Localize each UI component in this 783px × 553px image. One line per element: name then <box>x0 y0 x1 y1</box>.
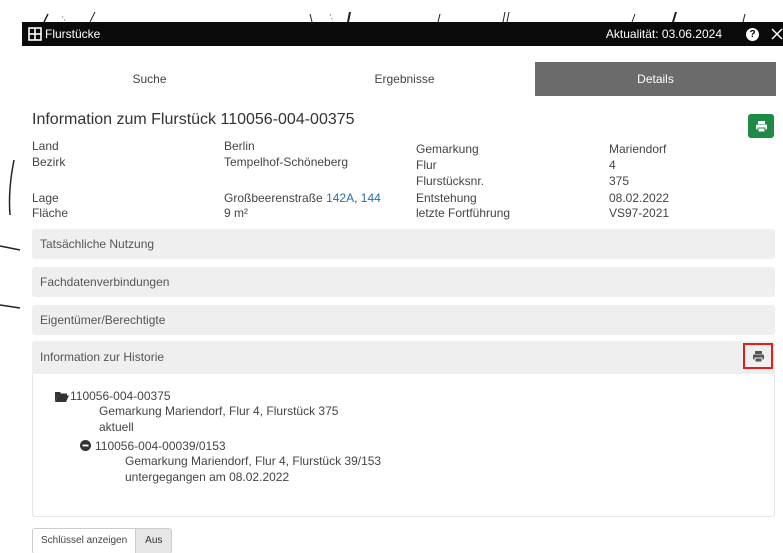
history-child-id[interactable]: 110056-004-00039/0153 <box>95 439 226 453</box>
key-toggle-label: Schlüssel anzeigen <box>33 529 137 553</box>
tab-details[interactable]: Details <box>535 62 776 96</box>
history-root-status: aktuell <box>99 420 134 434</box>
label-bezirk: Bezirk <box>32 155 66 169</box>
tab-ergebnisse[interactable]: Ergebnisse <box>277 62 532 96</box>
label-flurstuecksnr: Flurstücksnr. <box>416 174 485 188</box>
section-label: Eigentümer/Berechtigte <box>40 313 166 327</box>
history-root-desc: Gemarkung Mariendorf, Flur 4, Flurstück … <box>99 404 339 418</box>
label-gemarkung: Gemarkung <box>416 142 479 156</box>
label-entstehung: Entstehung <box>416 191 477 205</box>
value-gemarkung: Mariendorf <box>609 142 667 156</box>
section-label: Fachdatenverbindungen <box>40 275 170 289</box>
section-tatsaechliche-nutzung[interactable]: Tatsächliche Nutzung <box>32 229 775 259</box>
value-flaeche: 9 m² <box>224 206 248 220</box>
history-root-id[interactable]: 110056-004-00375 <box>70 389 171 403</box>
history-content: 110056-004-00375 Gemarkung Mariendorf, F… <box>32 374 775 517</box>
close-icon[interactable] <box>771 28 783 40</box>
value-land: Berlin <box>224 139 255 153</box>
panel-title: Flurstücke <box>45 27 101 41</box>
section-fachdatenverbindungen[interactable]: Fachdatenverbindungen <box>32 267 775 297</box>
section-eigentuemer[interactable]: Eigentümer/Berechtigte <box>32 305 775 335</box>
grid-icon <box>28 27 42 41</box>
key-toggle: Schlüssel anzeigen Aus <box>32 528 173 553</box>
printer-icon <box>755 120 767 132</box>
label-flaeche: Fläche <box>32 206 69 220</box>
value-letzte-fortfuehrung: VS97-2021 <box>609 206 670 220</box>
label-letzte-fortfuehrung: letzte Fortführung <box>416 206 511 220</box>
history-print-button[interactable] <box>743 343 773 369</box>
section-historie[interactable]: Information zur Historie <box>32 341 775 374</box>
tab-bar: Suche Ergebnisse Details <box>22 62 783 96</box>
key-toggle-button[interactable]: Aus <box>136 529 172 553</box>
flurstuecke-panel: Flurstücke Aktualität: 03.06.2024 ? Such… <box>22 22 783 553</box>
lage-street: Großbeerenstraße <box>224 191 323 205</box>
value-flur: 4 <box>609 158 616 172</box>
folder-open-icon <box>55 392 69 402</box>
print-button[interactable] <box>748 114 774 138</box>
section-label: Tatsächliche Nutzung <box>40 237 155 251</box>
tab-suche[interactable]: Suche <box>22 62 277 96</box>
value-lage: Großbeerenstraße 142A, 144 <box>224 191 381 205</box>
label-lage: Lage <box>32 191 59 205</box>
help-icon[interactable]: ? <box>746 27 759 41</box>
actuality-date: Aktualität: 03.06.2024 <box>605 27 722 41</box>
printer-icon <box>752 350 764 362</box>
panel-titlebar: Flurstücke Aktualität: 03.06.2024 ? <box>22 22 783 46</box>
lage-link-142a[interactable]: 142A <box>326 191 354 205</box>
lage-link-144[interactable]: 144 <box>361 191 381 205</box>
minus-circle-icon[interactable] <box>80 440 91 451</box>
history-child-status: untergegangen am 08.02.2022 <box>125 470 290 484</box>
label-land: Land <box>32 139 59 153</box>
section-label: Information zur Historie <box>40 350 165 364</box>
label-flur: Flur <box>416 158 437 172</box>
value-flurstuecksnr: 375 <box>609 174 630 188</box>
history-child-desc: Gemarkung Mariendorf, Flur 4, Flurstück … <box>125 454 382 468</box>
value-entstehung: 08.02.2022 <box>609 191 670 205</box>
value-bezirk: Tempelhof-Schöneberg <box>224 155 349 169</box>
page-title: Information zum Flurstück 110056-004-003… <box>32 111 355 128</box>
